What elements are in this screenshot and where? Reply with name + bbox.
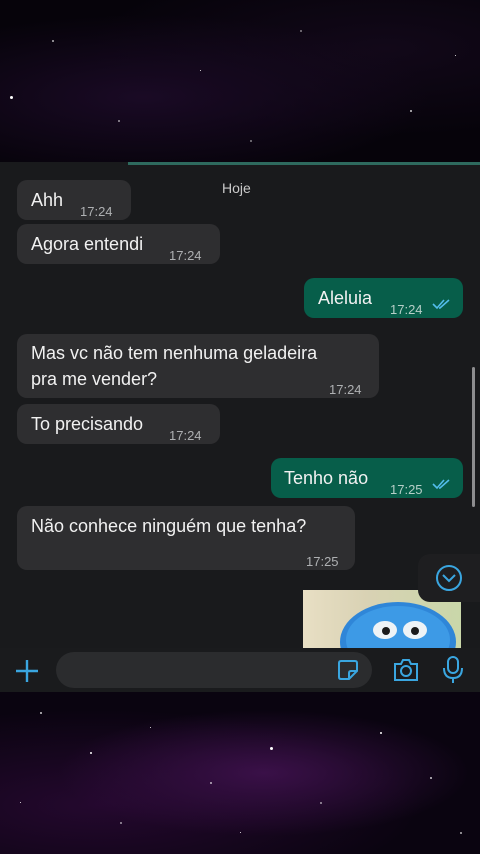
message-incoming[interactable]: To precisando 17:24 [17, 404, 220, 444]
message-incoming[interactable]: Ahh 17:24 [17, 180, 131, 220]
background-top [0, 0, 480, 162]
message-incoming[interactable]: Mas vc não tem nenhuma geladeira pra me … [17, 334, 379, 398]
chevron-down-icon [436, 565, 462, 591]
message-text-line1: Mas vc não tem nenhuma geladeira [31, 343, 318, 363]
background-bottom [0, 692, 480, 854]
message-time: 17:25 [306, 554, 339, 569]
message-time: 17:24 [390, 302, 423, 317]
message-text: Aleluia [318, 288, 373, 308]
message-time: 17:24 [80, 204, 113, 219]
message-text: Não conhece ninguém que tenha? [31, 516, 307, 536]
scroll-to-bottom-button[interactable] [418, 554, 480, 602]
message-time: 17:24 [169, 248, 202, 263]
scrollbar[interactable] [472, 367, 475, 507]
read-ticks-icon [432, 479, 450, 490]
compose-bar [0, 648, 480, 692]
message-incoming[interactable]: Não conhece ninguém que tenha? 17:25 [17, 506, 355, 570]
message-outgoing[interactable]: Aleluia 17:24 [304, 278, 463, 318]
microphone-icon[interactable] [441, 655, 465, 685]
message-time: 17:24 [169, 428, 202, 443]
message-outgoing[interactable]: Tenho não 17:25 [271, 458, 463, 498]
header-divider [128, 162, 480, 165]
message-text: Ahh [31, 190, 64, 210]
message-text: To precisando [31, 414, 144, 434]
message-text: Agora entendi [31, 234, 144, 254]
plus-icon[interactable] [14, 658, 40, 684]
message-input[interactable] [56, 652, 372, 688]
message-time: 17:25 [390, 482, 423, 497]
date-chip: Hoje [222, 180, 251, 196]
chat-conversation[interactable]: Hoje Ahh 17:24 Agora entendi 17:24 Alelu… [0, 162, 480, 648]
read-ticks-icon [432, 299, 450, 310]
message-incoming[interactable]: Agora entendi 17:24 [17, 224, 220, 264]
message-text-line2: pra me vender? [31, 369, 158, 389]
camera-icon[interactable] [392, 657, 420, 683]
message-time: 17:24 [329, 382, 362, 397]
message-text: Tenho não [284, 468, 369, 488]
sticker-icon[interactable] [337, 659, 359, 681]
